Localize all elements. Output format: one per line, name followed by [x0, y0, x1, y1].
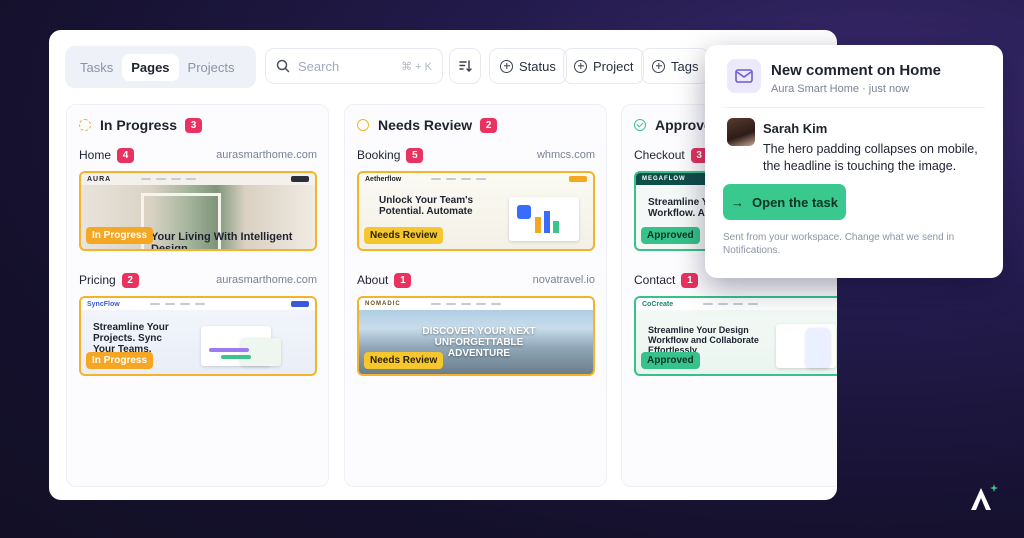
- status-pill: Approved: [641, 227, 700, 244]
- comment-count-badge: 2: [121, 272, 139, 288]
- status-pill: Needs Review: [364, 352, 444, 369]
- card-name: Checkout: [634, 148, 685, 162]
- search-icon: [276, 59, 290, 73]
- comment-count-badge: 4: [117, 147, 135, 163]
- thumb-logo: Aetherflow: [365, 175, 402, 183]
- in-progress-icon: [79, 119, 91, 131]
- thumb-logo: AURA: [87, 175, 112, 183]
- open-task-label: Open the task: [752, 194, 838, 210]
- status-pill: Approved: [641, 352, 700, 369]
- status-pill: Needs Review: [364, 227, 444, 244]
- approved-icon: [634, 119, 646, 131]
- page-card-contact[interactable]: Contact 1 CoCreate Streamline Your Desig…: [634, 272, 837, 376]
- thumb-logo: NOMADIC: [365, 301, 401, 307]
- tab-pages[interactable]: Pages: [122, 53, 179, 81]
- column-in-progress: In Progress 3 Home 4 aurasmarthome.com A…: [66, 104, 329, 487]
- page-card-home[interactable]: Home 4 aurasmarthome.com AURA Your Livin…: [79, 147, 317, 251]
- page-thumbnail[interactable]: NOMADIC DISCOVER YOUR NEXT UNFORGETTABLE…: [357, 296, 595, 376]
- filter-project-button[interactable]: Project: [563, 48, 645, 84]
- page-card-pricing[interactable]: Pricing 2 aurasmarthome.com SyncFlow Str…: [79, 272, 317, 376]
- column-needs-review: Needs Review 2 Booking 5 whmcs.com Aethe…: [344, 104, 607, 487]
- card-domain: whmcs.com: [536, 149, 595, 161]
- sort-icon: [459, 60, 472, 72]
- search-input[interactable]: Search ⌘ + K: [265, 48, 443, 84]
- comment-notification[interactable]: New comment on Home Aura Smart Home · ju…: [705, 45, 1003, 278]
- column-title: Needs Review: [378, 117, 473, 133]
- card-domain: novatravel.io: [532, 274, 595, 286]
- status-pill: In Progress: [86, 352, 154, 369]
- card-name: Booking: [357, 148, 401, 162]
- count-badge: 3: [185, 117, 203, 133]
- needs-review-icon: [357, 119, 369, 131]
- thumb-logo: CoCreate: [642, 300, 674, 308]
- search-placeholder: Search: [298, 58, 340, 74]
- tab-projects[interactable]: Projects: [179, 54, 244, 81]
- card-name: About: [357, 273, 389, 287]
- notification-subtitle: Aura Smart Home · just now: [771, 83, 910, 95]
- filter-tags-button[interactable]: Tags: [641, 48, 710, 84]
- comment-count-badge: 1: [394, 272, 412, 288]
- open-task-button[interactable]: → Open the task: [723, 184, 846, 220]
- comment-count-badge: 5: [406, 147, 424, 163]
- notification-title: New comment on Home: [771, 62, 942, 79]
- mail-icon: [727, 59, 761, 93]
- column-title: In Progress: [100, 117, 178, 133]
- card-name: Contact: [634, 273, 676, 287]
- comment-count-badge: 1: [681, 272, 699, 288]
- tab-tasks[interactable]: Tasks: [71, 54, 122, 81]
- filter-status-label: Status: [519, 58, 556, 74]
- card-name: Pricing: [79, 273, 116, 287]
- view-tabs: Tasks Pages Projects: [65, 46, 256, 88]
- commenter-name: Sarah Kim: [763, 121, 828, 136]
- status-pill: In Progress: [86, 227, 154, 244]
- sort-button[interactable]: [449, 48, 481, 84]
- card-domain: aurasmarthome.com: [216, 274, 317, 286]
- page-thumbnail[interactable]: CoCreate Streamline Your Design Workflow…: [634, 296, 837, 376]
- divider: [723, 107, 985, 108]
- thumb-logo: MEGAFLOW: [642, 176, 686, 182]
- filter-status-button[interactable]: Status: [489, 48, 567, 84]
- filter-project-label: Project: [593, 58, 634, 74]
- page-thumbnail[interactable]: AURA Your Living With Intelligent Design…: [79, 171, 317, 251]
- page-card-about[interactable]: About 1 novatravel.io NOMADIC DISCOVER Y…: [357, 272, 595, 376]
- plus-circle-icon: [500, 59, 513, 73]
- count-badge: 2: [480, 117, 498, 133]
- thumb-headline: Streamline Your Projects. Sync Your Team…: [93, 322, 169, 355]
- filter-tags-label: Tags: [671, 58, 699, 74]
- card-domain: aurasmarthome.com: [216, 149, 317, 161]
- card-name: Home: [79, 148, 112, 162]
- page-card-booking[interactable]: Booking 5 whmcs.com Aetherflow Unlock Yo…: [357, 147, 595, 251]
- plus-circle-icon: [652, 59, 665, 73]
- page-thumbnail[interactable]: Aetherflow Unlock Your Team's Potential.…: [357, 171, 595, 251]
- plus-circle-icon: [574, 59, 587, 73]
- notification-footer: Sent from your workspace. Change what we…: [723, 232, 955, 256]
- brand-logo-icon: [971, 484, 998, 510]
- thumb-headline: Unlock Your Team's Potential. Automate: [379, 195, 474, 217]
- thumb-logo: SyncFlow: [87, 300, 120, 308]
- thumb-headline: Your Living With Intelligent Design: [151, 231, 293, 251]
- comment-text: The hero padding collapses on mobile, th…: [763, 142, 978, 173]
- avatar: [727, 118, 755, 146]
- search-shortcut: ⌘ + K: [401, 60, 432, 73]
- arrow-right-icon: →: [731, 194, 745, 210]
- page-thumbnail[interactable]: SyncFlow Streamline Your Projects. Sync …: [79, 296, 317, 376]
